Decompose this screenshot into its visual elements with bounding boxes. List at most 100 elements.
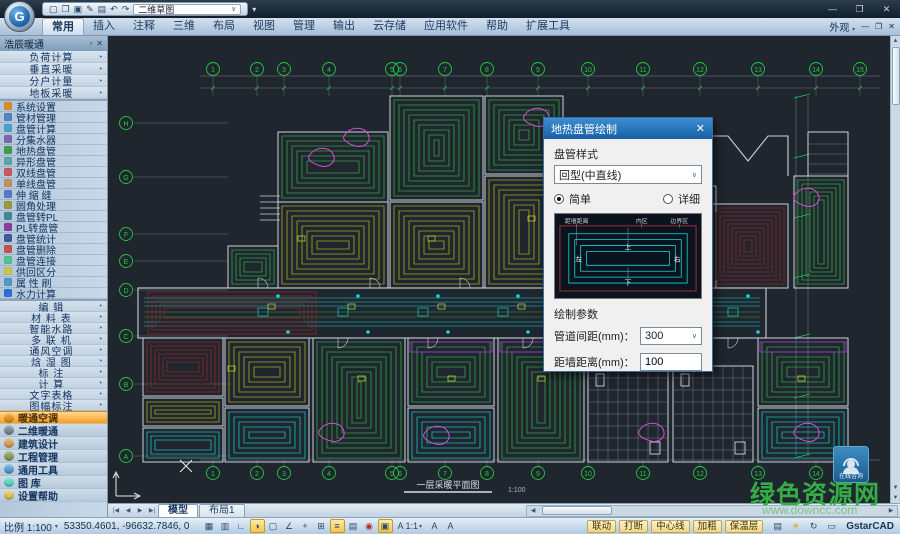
scroll-up-icon[interactable]: ▲ bbox=[893, 36, 899, 46]
submenu-arrow-icon: ‣ bbox=[99, 324, 103, 332]
ribbon-tab[interactable]: 注释 bbox=[124, 18, 164, 35]
ribbon-tab[interactable]: 三维 bbox=[164, 18, 204, 35]
tool-icon bbox=[4, 212, 12, 220]
title-bar: G ▢❒▣✎▤↶↷ 二维草图∨ ▾ — ❐ ✕ bbox=[0, 0, 900, 18]
brand-label: GstarCAD bbox=[846, 521, 894, 532]
svg-text:11: 11 bbox=[639, 471, 646, 478]
qat-icon[interactable]: ▤ bbox=[98, 3, 107, 15]
qat-icon[interactable]: ↶ bbox=[110, 3, 118, 15]
ribbon-tab[interactable]: 输出 bbox=[324, 18, 364, 35]
scrollbar-thumb[interactable] bbox=[892, 47, 900, 105]
pipe-spacing-select[interactable]: 300∨ bbox=[640, 327, 702, 345]
last-tab-button[interactable]: ▶| bbox=[146, 507, 158, 514]
radio-simple[interactable]: 简单 bbox=[554, 191, 591, 207]
cursor-coordinates: 53350.4601, -96632.7846, 0 bbox=[64, 521, 190, 532]
scrollbar-thumb[interactable] bbox=[542, 506, 612, 515]
status-mode-icon[interactable]: ◑ bbox=[250, 519, 265, 533]
tab-model[interactable]: 模型 bbox=[158, 504, 198, 517]
coil-style-select[interactable]: 回型(中直线)∨ bbox=[554, 165, 702, 184]
vertical-scrollbar[interactable]: ▲ ▼ ▼ bbox=[890, 36, 900, 503]
tray-icon[interactable]: ▭ bbox=[824, 519, 839, 533]
qat-icon[interactable]: ▣ bbox=[74, 3, 83, 15]
status-toggle-button[interactable]: 加粗 bbox=[693, 520, 722, 533]
workspace-selector[interactable]: 二维草图∨ bbox=[133, 4, 241, 15]
sidebar-tool-item[interactable]: 水力计算 bbox=[0, 288, 107, 299]
submenu-arrow-icon: ‣ bbox=[99, 346, 103, 354]
ribbon-tab[interactable]: 云存储 bbox=[364, 18, 415, 35]
status-mode-icon[interactable]: ∟ bbox=[234, 519, 249, 533]
pin-icon[interactable]: ▫ bbox=[89, 39, 92, 48]
status-mode-icon[interactable]: ▤ bbox=[346, 519, 361, 533]
svg-text:6: 6 bbox=[398, 67, 402, 74]
annotation-icon[interactable]: A bbox=[443, 519, 458, 533]
ribbon-restore-button[interactable]: ❐ bbox=[875, 22, 882, 31]
tray-icon[interactable]: ↻ bbox=[806, 519, 821, 533]
tray-icon[interactable]: ▤ bbox=[770, 519, 785, 533]
status-toggle-button[interactable]: 打断 bbox=[619, 520, 648, 533]
scale-dropdown[interactable]: 比例 1:100▾ bbox=[4, 519, 58, 534]
close-icon[interactable]: ✕ bbox=[96, 39, 103, 48]
radio-detailed[interactable]: 详细 bbox=[663, 191, 700, 207]
module-icon bbox=[4, 477, 14, 487]
next-tab-button[interactable]: ▶ bbox=[134, 507, 146, 514]
status-mode-icon[interactable]: ≡ bbox=[330, 519, 345, 533]
ribbon-tab[interactable]: 管理 bbox=[284, 18, 324, 35]
qat-more-button[interactable]: ▾ bbox=[252, 5, 256, 14]
first-tab-button[interactable]: |◀ bbox=[110, 507, 122, 514]
annotation-icon[interactable]: A bbox=[427, 519, 442, 533]
ribbon-close-button[interactable]: ✕ bbox=[888, 22, 895, 31]
ribbon-tab[interactable]: 帮助 bbox=[477, 18, 517, 35]
restore-button[interactable]: ❐ bbox=[846, 0, 873, 18]
status-mode-icon[interactable]: ◉ bbox=[362, 519, 377, 533]
svg-text:H: H bbox=[123, 121, 128, 128]
qat-icon[interactable]: ❒ bbox=[62, 3, 70, 15]
chevron-down-icon: ▾ bbox=[419, 523, 422, 530]
annotation-scale-button[interactable]: A 1:1▾ bbox=[395, 519, 426, 533]
qat-icon[interactable]: ✎ bbox=[86, 3, 94, 15]
tray-icon[interactable]: ☀ bbox=[788, 519, 803, 533]
tab-layout1[interactable]: 布局1 bbox=[199, 504, 245, 517]
app-logo-button[interactable]: G bbox=[4, 1, 35, 32]
scroll-down-icon[interactable]: ▼ bbox=[893, 493, 899, 503]
ribbon-minimize-button[interactable]: — bbox=[861, 22, 869, 31]
status-mode-icon[interactable]: ▥ bbox=[218, 519, 233, 533]
close-button[interactable]: ✕ bbox=[873, 0, 900, 18]
qat-icon[interactable]: ↷ bbox=[122, 3, 130, 15]
scroll-left-icon[interactable]: ◀ bbox=[527, 507, 539, 514]
submenu-arrow-icon: ‣ bbox=[99, 77, 103, 85]
wall-distance-input[interactable] bbox=[640, 353, 702, 371]
sidebar-calc-item[interactable]: 地板采暖‣ bbox=[0, 87, 107, 99]
status-mode-icon[interactable]: ▦ bbox=[202, 519, 217, 533]
close-icon[interactable]: ✕ bbox=[696, 122, 705, 135]
ribbon-tab[interactable]: 插入 bbox=[84, 18, 124, 35]
svg-text:4: 4 bbox=[327, 67, 331, 74]
sidebar-module-item[interactable]: 通用工具 bbox=[0, 463, 107, 476]
ribbon-tab[interactable]: 应用软件 bbox=[415, 18, 477, 35]
submenu-arrow-icon: ‣ bbox=[99, 89, 103, 97]
dialog-title-bar[interactable]: 地热盘管绘制 ✕ bbox=[544, 118, 712, 139]
appearance-dropdown[interactable]: 外观 ▾ bbox=[829, 19, 855, 34]
status-mode-icon[interactable]: ⊞ bbox=[314, 519, 329, 533]
status-mode-icon[interactable]: ▢ bbox=[266, 519, 281, 533]
status-toggle-button[interactable]: 中心线 bbox=[651, 520, 690, 533]
qat-icon[interactable]: ▢ bbox=[49, 3, 58, 15]
status-mode-icon[interactable]: + bbox=[298, 519, 313, 533]
drawing-canvas[interactable]: 1122334455667788991010111112121313141415… bbox=[108, 36, 890, 503]
ribbon-tab[interactable]: 常用 bbox=[42, 18, 84, 35]
svg-text:D: D bbox=[123, 288, 128, 295]
tool-icon bbox=[4, 157, 12, 165]
prev-tab-button[interactable]: ◀ bbox=[122, 507, 134, 514]
sidebar-module-item[interactable]: 设置帮助 bbox=[0, 489, 107, 502]
status-toggle-button[interactable]: 保温层 bbox=[725, 520, 764, 533]
status-mode-icon[interactable]: ▣ bbox=[378, 519, 393, 533]
scroll-down-icon[interactable]: ▼ bbox=[893, 483, 899, 493]
svg-text:7: 7 bbox=[443, 471, 447, 478]
status-mode-icon[interactable]: ∠ bbox=[282, 519, 297, 533]
ribbon-tab[interactable]: 布局 bbox=[204, 18, 244, 35]
scroll-right-icon[interactable]: ▶ bbox=[885, 507, 897, 514]
ribbon-tab[interactable]: 视图 bbox=[244, 18, 284, 35]
radio-unselected-icon bbox=[663, 194, 673, 204]
ribbon-tab[interactable]: 扩展工具 bbox=[517, 18, 579, 35]
status-toggle-button[interactable]: 联动 bbox=[587, 520, 616, 533]
minimize-button[interactable]: — bbox=[819, 0, 846, 18]
